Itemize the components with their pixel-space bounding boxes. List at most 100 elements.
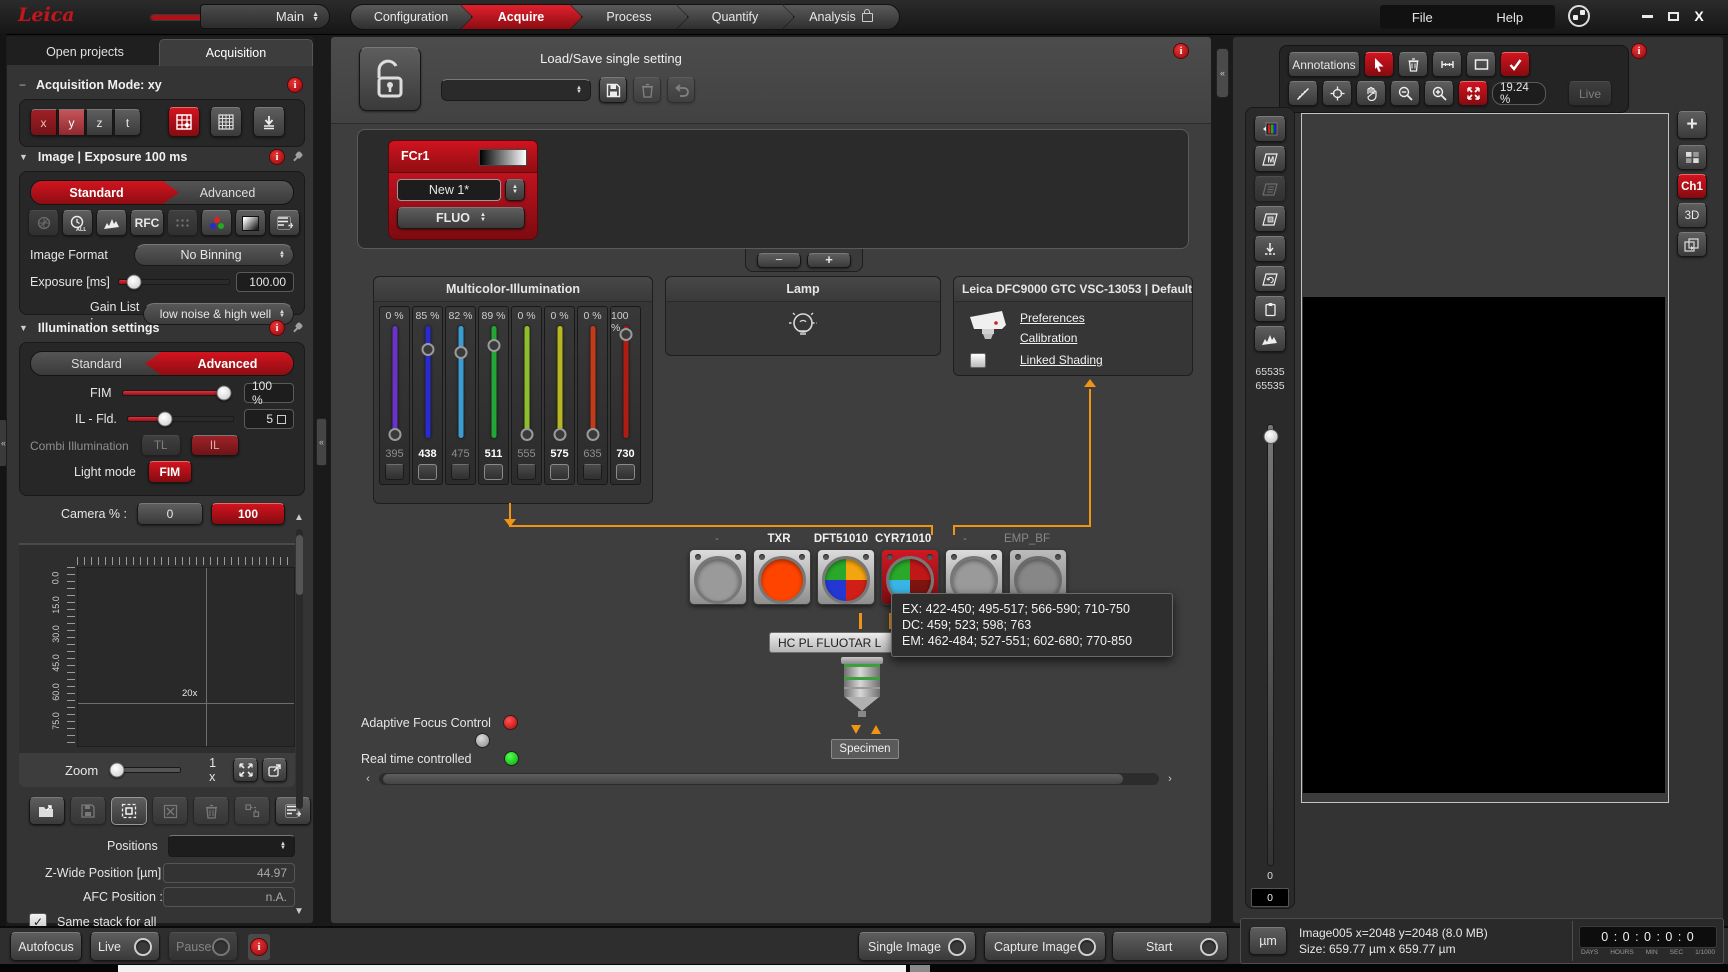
slider-checkbox[interactable]	[616, 464, 635, 480]
fit-to-view-button[interactable]	[1458, 81, 1488, 106]
slider-checkbox[interactable]	[484, 464, 503, 480]
copy-view-button[interactable]	[1254, 296, 1286, 322]
illumination-header[interactable]: ▼ Illumination settings i	[19, 320, 303, 336]
il-fld-slider[interactable]	[127, 416, 234, 422]
color-mode-button[interactable]	[201, 210, 232, 236]
image-format-dropdown[interactable]: No Binning ▲▼	[134, 244, 294, 266]
workflow-tab-analysis[interactable]: Analysis	[782, 4, 900, 30]
channel-preset-spinner[interactable]: ▲▼	[505, 179, 525, 201]
illum-std-adv-toggle[interactable]: Standard Advanced	[30, 351, 294, 376]
dim-x-button[interactable]: x	[30, 109, 57, 136]
scrollbar-track[interactable]	[296, 529, 303, 809]
camera-preferences-link[interactable]: Preferences	[1020, 311, 1085, 325]
zoom-knob[interactable]	[109, 763, 124, 778]
delete-annotation-button[interactable]	[1398, 52, 1428, 77]
mark-position-button[interactable]	[111, 797, 147, 825]
nav-plot[interactable]: 20x	[77, 567, 295, 747]
remove-channel-button[interactable]: −	[757, 253, 801, 268]
hscroll-left-arrow[interactable]: ‹	[361, 771, 375, 787]
setting-dropdown[interactable]: ▲▼	[441, 79, 591, 101]
slider-track[interactable]	[519, 326, 534, 444]
image-exposure-header[interactable]: ▼ Image | Exposure 100 ms i	[19, 149, 303, 165]
zoom-percent[interactable]: 19.24 %	[1492, 82, 1546, 105]
pause-button[interactable]: Pause	[168, 932, 238, 961]
slider-checkbox[interactable]	[583, 464, 602, 480]
slider-thumb[interactable]	[553, 428, 566, 441]
exposure-all-button[interactable]: ALL	[62, 210, 93, 236]
exposure-slider-knob[interactable]	[127, 275, 142, 290]
info-icon[interactable]: i	[1173, 43, 1189, 59]
image-canvas[interactable]	[1301, 113, 1669, 803]
acq-mode-header[interactable]: − Acquisition Mode: xy i	[19, 77, 303, 93]
slider-thumb[interactable]	[421, 343, 434, 356]
lamp-bulb-icon[interactable]	[783, 307, 823, 347]
swap-view-button[interactable]	[1677, 232, 1707, 257]
view-3d-button[interactable]: 3D	[1677, 203, 1707, 228]
live-toggle-button[interactable]: Live	[1568, 81, 1612, 106]
zoom-out-button[interactable]	[1390, 81, 1420, 106]
slider-track[interactable]	[420, 326, 435, 444]
info-icon[interactable]: i	[269, 149, 285, 165]
slider-checkbox[interactable]	[550, 464, 569, 480]
autofocus-button[interactable]: Autofocus	[10, 932, 82, 961]
linked-shading-checkbox[interactable]	[970, 353, 986, 368]
hscroll-track[interactable]	[379, 773, 1159, 785]
collapse-minus-icon[interactable]: −	[19, 78, 26, 92]
rfc-button[interactable]: RFC	[130, 210, 164, 236]
slider-track[interactable]	[618, 326, 633, 444]
channel-lut-strip[interactable]	[479, 149, 527, 166]
warning-icon[interactable]: i	[248, 934, 270, 960]
dim-t-button[interactable]: t	[114, 109, 141, 136]
advanced-tab[interactable]: Advanced	[162, 352, 293, 375]
center-tool-button[interactable]	[1322, 81, 1352, 106]
scrollbar-thumb[interactable]	[296, 535, 303, 595]
apply-annotation-button[interactable]	[1500, 52, 1530, 77]
slider-track[interactable]	[585, 326, 600, 444]
collapse-arrow-icon[interactable]: ▼	[19, 323, 28, 333]
advanced-tab[interactable]: Advanced	[162, 181, 293, 204]
export-positions-button[interactable]	[29, 797, 65, 825]
positions-dropdown[interactable]: ▲▼	[168, 835, 295, 857]
add-position-list-button[interactable]	[275, 797, 311, 825]
zoom-in-button[interactable]	[1424, 81, 1454, 106]
z-wide-value[interactable]: 44.97	[163, 863, 295, 883]
lock-settings-button[interactable]	[359, 47, 421, 111]
center-right-splitter[interactable]: «	[1216, 48, 1229, 98]
histogram-button[interactable]	[96, 210, 127, 236]
slider-track[interactable]	[387, 326, 402, 444]
scroll-up-arrow[interactable]: ▲	[291, 509, 307, 525]
slider-thumb[interactable]	[586, 428, 599, 441]
tab-acquisition[interactable]: Acquisition	[159, 39, 313, 66]
save-positions-button[interactable]	[70, 797, 106, 825]
slider-checkbox[interactable]	[385, 464, 404, 480]
illum-slider-395[interactable]: 0 %395	[379, 306, 410, 485]
collapse-arrow-icon[interactable]: ▼	[19, 152, 28, 162]
channel-display-button[interactable]	[1254, 116, 1286, 142]
channel-1-button[interactable]: Ch1	[1677, 174, 1707, 199]
hscroll-right-arrow[interactable]: ›	[1163, 771, 1177, 787]
mosaic-mode-button[interactable]	[168, 107, 200, 137]
exposure-slider[interactable]	[118, 279, 230, 285]
left-center-splitter[interactable]: «	[316, 418, 327, 466]
slider-checkbox[interactable]	[517, 464, 536, 480]
filter-cube-dft51010[interactable]	[817, 549, 875, 605]
illum-slider-575[interactable]: 0 %575	[544, 306, 575, 485]
close-button[interactable]: X	[1688, 8, 1710, 24]
light-mode-fim-button[interactable]: FIM	[148, 461, 192, 483]
single-channel-button[interactable]: M	[1254, 146, 1286, 172]
add-viewer-button[interactable]: +	[1677, 111, 1707, 139]
load-position-button[interactable]	[253, 107, 285, 137]
standard-tab[interactable]: Standard	[31, 181, 162, 204]
slider-track[interactable]	[453, 326, 468, 444]
volume-button[interactable]	[1254, 206, 1286, 232]
illum-slider-475[interactable]: 82 %475	[445, 306, 476, 485]
combi-il-button[interactable]: IL	[191, 435, 239, 456]
fit-stage-button[interactable]	[233, 758, 258, 782]
slider-track[interactable]	[552, 326, 567, 444]
scroll-down-arrow[interactable]: ▼	[291, 903, 307, 919]
info-icon[interactable]: i	[1631, 43, 1647, 59]
filter-cube-empty-1[interactable]	[689, 549, 747, 605]
micron-button[interactable]: µm	[1249, 927, 1287, 955]
grid-mode-button[interactable]	[210, 107, 242, 137]
slider-thumb[interactable]	[388, 428, 401, 441]
